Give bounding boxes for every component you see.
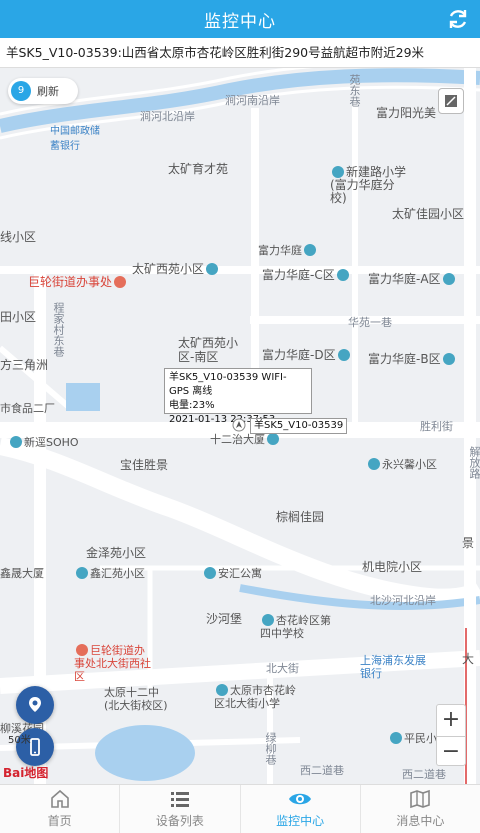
- map-label: 太矿西苑小区-南区: [178, 336, 239, 364]
- map-label: 新逕SOHO: [8, 434, 79, 450]
- tab-label: 消息中心: [396, 814, 445, 828]
- map-label: 富力华庭-A区: [368, 270, 457, 287]
- tab-home[interactable]: 首页: [0, 785, 121, 833]
- map-label: 程家村东巷: [52, 302, 65, 357]
- device-marker-icon[interactable]: [232, 418, 246, 432]
- app-header: 监控中心: [0, 0, 480, 38]
- map-label: 沙河堡: [206, 612, 243, 626]
- map-label: 杏花岭区第四中学校: [260, 614, 331, 640]
- map-view[interactable]: 涧河北沿岸 涧河南沿岸 苑东巷 富力阳光美 中国邮政储蓄银行 太矿育才苑 新建路…: [0, 68, 480, 784]
- tab-device-list[interactable]: 设备列表: [120, 785, 241, 833]
- eye-icon: [289, 793, 312, 805]
- map-label: 太原市杏花岭区北大街小学: [214, 684, 296, 710]
- map-label: 太矿西苑小区: [132, 260, 220, 277]
- device-tag[interactable]: 羊SK5_V10-03539: [250, 418, 348, 434]
- map-label: 北沙河北沿岸: [370, 594, 436, 607]
- locate-device-button[interactable]: [16, 686, 54, 724]
- map-label: 胜利街: [420, 420, 453, 433]
- map-label: 景: [462, 536, 475, 550]
- map-label: 新建路小学(富力华庭分校): [330, 165, 407, 205]
- tab-label: 首页: [47, 814, 72, 828]
- popup-status: 羊SK5_V10-03539 WIFI-GPS 离线: [169, 372, 287, 397]
- location-pin-icon: [29, 697, 41, 712]
- map-label: 上海浦东发展银行: [360, 654, 426, 680]
- map-label: 线小区: [0, 230, 37, 244]
- map-label: 富力华庭: [258, 242, 318, 258]
- map-label: 涧河南沿岸: [225, 94, 280, 107]
- map-label: 方三角洲: [0, 358, 49, 372]
- map-label: 宝佳胜景: [120, 458, 169, 472]
- map-label: 棕榈佳园: [276, 510, 325, 524]
- map-label: 西二道巷: [402, 768, 446, 781]
- map-label: 北大街: [266, 662, 299, 675]
- zoom-in-button[interactable]: +: [437, 705, 465, 736]
- map-label: 市食品二厂: [0, 402, 55, 415]
- tab-label: 监控中心: [276, 814, 325, 828]
- list-icon: [170, 792, 189, 807]
- map-label: 华苑一巷: [348, 316, 392, 329]
- map-label: 富力华庭-C区: [262, 266, 351, 283]
- layers-icon: [445, 95, 457, 107]
- refresh-label: 刷新: [37, 85, 59, 98]
- tab-label: 设备列表: [155, 814, 204, 828]
- device-info-popup[interactable]: 羊SK5_V10-03539 WIFI-GPS 离线 电量:23% 2021-0…: [164, 368, 312, 425]
- map-label: 巨轮街道办事处北大街西社区: [74, 644, 151, 683]
- map-icon: [410, 789, 431, 809]
- zoom-control: + −: [436, 704, 466, 766]
- refresh-button[interactable]: 9 刷新: [8, 78, 78, 104]
- baidu-logo: Bai地图: [3, 766, 49, 780]
- map-label: 富力华庭-D区: [262, 346, 352, 363]
- map-label: 涧河北沿岸: [140, 110, 195, 123]
- map-label: 太矿佳园小区: [392, 207, 465, 221]
- zoom-out-button[interactable]: −: [437, 736, 465, 767]
- map-label: 富力华庭-B区: [368, 350, 457, 367]
- map-label: 平民小: [388, 730, 437, 746]
- map-label: 金泽苑小区: [86, 546, 147, 560]
- map-label: 安汇公寓: [202, 565, 262, 581]
- map-label: 永兴馨小区: [366, 456, 437, 472]
- map-label: 苑东巷: [348, 74, 361, 107]
- refresh-countdown: 9: [11, 81, 31, 101]
- device-address: 羊SK5_V10-03539:山西省太原市杏花岭区胜利街290号益航超市附近29…: [0, 38, 480, 68]
- map-label: 富力阳光美: [376, 106, 437, 120]
- map-label: 巨轮街道办事处: [28, 273, 128, 290]
- map-label: 太原十二中(北大街校区): [104, 686, 168, 712]
- bottom-tab-bar: 首页 设备列表 监控中心 消息中心: [0, 784, 480, 833]
- refresh-icon[interactable]: [446, 7, 470, 31]
- map-label: 大: [462, 652, 475, 666]
- map-label: 西二道巷: [300, 764, 344, 777]
- map-label: 太矿育才苑: [168, 162, 229, 176]
- map-label: 解放路: [468, 446, 480, 479]
- map-label: 田小区: [0, 310, 37, 324]
- map-layer-button[interactable]: [438, 88, 464, 114]
- map-scale: 50米: [8, 735, 31, 746]
- map-label: 机电院小区: [362, 560, 423, 574]
- tab-monitor-center[interactable]: 监控中心: [241, 785, 361, 833]
- map-label: 中国邮政储蓄银行: [50, 126, 100, 152]
- map-label: 鑫汇苑小区: [74, 565, 145, 581]
- tab-message-center[interactable]: 消息中心: [361, 785, 480, 833]
- map-label: 鑫晟大厦: [0, 567, 44, 580]
- home-icon: [50, 789, 69, 808]
- popup-battery: 电量:23%: [169, 400, 215, 411]
- map-label: 绿柳巷: [264, 732, 277, 765]
- page-title: 监控中心: [204, 11, 276, 32]
